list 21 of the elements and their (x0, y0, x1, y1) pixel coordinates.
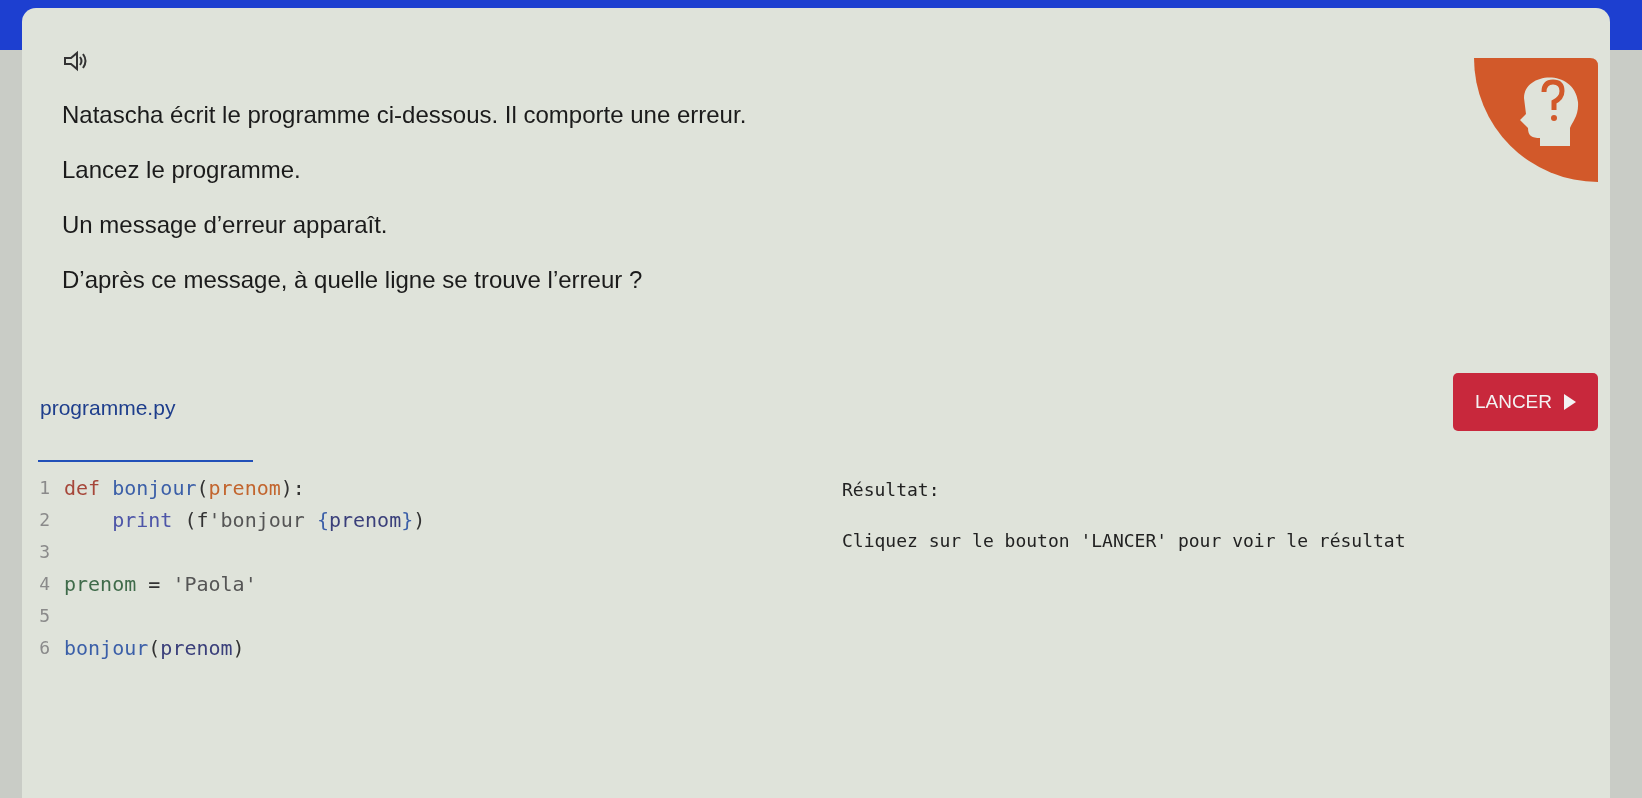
line-number: 5 (38, 604, 51, 628)
line-number: 1 (38, 476, 51, 500)
run-button[interactable]: LANCER (1452, 372, 1598, 431)
question-text: D’après ce message, à quelle ligne se trouve l’erreur ? (62, 265, 644, 295)
play-icon (1564, 393, 1576, 410)
code-line: print (f'bonjour {prenom}) (111, 506, 426, 534)
line-number: 3 (38, 540, 51, 564)
question-text: Un message d’erreur apparaît. (62, 210, 389, 240)
question-text: Natascha écrit le programme ci-dessous. Il comporte une erreur. (62, 100, 747, 130)
help-head-icon[interactable] (1474, 58, 1598, 182)
file-tab[interactable]: programme.py (38, 378, 253, 462)
code-line: def bonjour(prenom): (64, 474, 305, 502)
output-message: Cliquez sur le bouton 'LANCER' pour voir le résultat (842, 528, 1406, 553)
line-number: 2 (38, 508, 51, 532)
line-number: 6 (38, 636, 51, 660)
speaker-icon[interactable] (62, 50, 88, 72)
output-label: Résultat: (842, 477, 941, 502)
code-line: prenom = 'Paola' (64, 570, 257, 598)
line-number: 4 (38, 572, 51, 596)
question-text: Lancez le programme. (62, 155, 302, 185)
code-line: bonjour(prenom) (64, 634, 245, 662)
